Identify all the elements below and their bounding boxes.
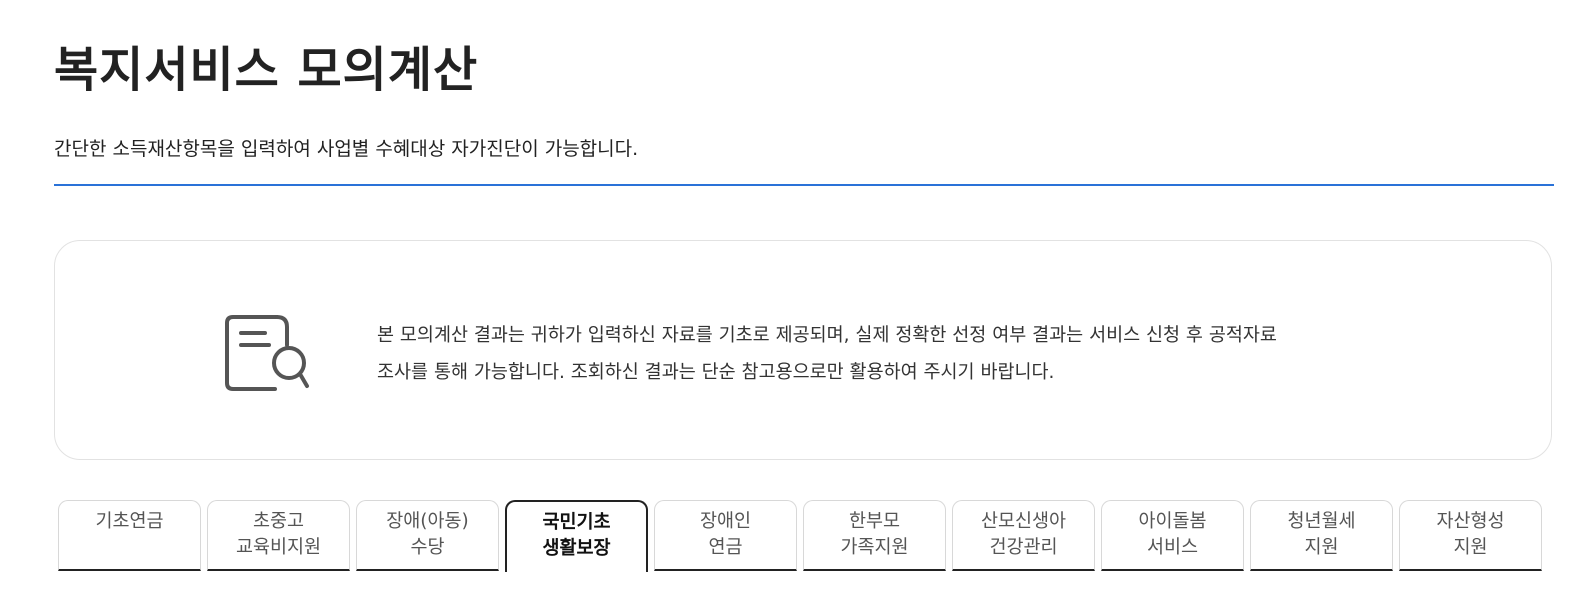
tab-youth-rent-support[interactable]: 청년월세 지원 xyxy=(1250,500,1393,571)
tab-label-line2: 지원 xyxy=(1453,537,1488,558)
notice-text: 본 모의계산 결과는 귀하가 입력하신 자료를 기초로 제공되며, 실제 정확한… xyxy=(377,317,1277,391)
tab-child-care-service[interactable]: 아이돌봄 서비스 xyxy=(1101,500,1244,571)
tab-label-line2: 건강관리 xyxy=(989,537,1058,558)
service-tabs: 기초연금 초중고 교육비지원 장애(아동) 수당 국민기초 생활보장 장애인 연… xyxy=(58,500,1542,572)
tab-basic-pension[interactable]: 기초연금 xyxy=(58,500,201,571)
tab-label-line1: 국민기초 xyxy=(542,512,611,533)
tab-label-line1: 산모신생아 xyxy=(980,511,1067,532)
tab-label-line1: 한부모 xyxy=(848,511,901,532)
tab-label-line2: 교육비지원 xyxy=(235,537,322,558)
title-divider xyxy=(54,184,1554,186)
tab-label-line2: 가족지원 xyxy=(840,537,909,558)
tab-label-line1: 청년월세 xyxy=(1287,511,1356,532)
tab-basic-livelihood[interactable]: 국민기초 생활보장 xyxy=(505,500,648,572)
tab-label-line1: 자산형성 xyxy=(1436,511,1505,532)
tab-disability-child-allowance[interactable]: 장애(아동) 수당 xyxy=(356,500,499,571)
tab-asset-building-support[interactable]: 자산형성 지원 xyxy=(1399,500,1542,571)
page-subtitle: 간단한 소득재산항목을 입력하여 사업별 수혜대상 자가진단이 가능합니다. xyxy=(54,138,639,160)
notice-line-2: 조사를 통해 가능합니다. 조회하신 결과는 단순 참고용으로만 활용하여 주시… xyxy=(377,362,1055,383)
tab-label-line1: 장애인 xyxy=(699,511,752,532)
document-search-icon xyxy=(223,311,311,393)
tab-label-line2: 연금 xyxy=(708,537,743,558)
tab-disability-pension[interactable]: 장애인 연금 xyxy=(654,500,797,571)
tab-label-line1: 초중고 xyxy=(252,511,305,532)
tab-label-line2: 생활보장 xyxy=(542,538,611,559)
page-title: 복지서비스 모의계산 xyxy=(54,42,479,98)
tab-label-line1: 기초연금 xyxy=(95,511,164,532)
tab-label-line1: 아이돌봄 xyxy=(1138,511,1207,532)
tab-single-parent-support[interactable]: 한부모 가족지원 xyxy=(803,500,946,571)
tab-label-line2: 서비스 xyxy=(1146,537,1199,558)
notice-box: 본 모의계산 결과는 귀하가 입력하신 자료를 기초로 제공되며, 실제 정확한… xyxy=(54,240,1552,460)
tab-label-line2: 수당 xyxy=(410,537,445,558)
notice-line-1: 본 모의계산 결과는 귀하가 입력하신 자료를 기초로 제공되며, 실제 정확한… xyxy=(377,325,1277,346)
tab-label-line2: 지원 xyxy=(1304,537,1339,558)
tab-label-line1: 장애(아동) xyxy=(386,511,469,532)
tab-education-support[interactable]: 초중고 교육비지원 xyxy=(207,500,350,571)
tab-maternal-newborn-care[interactable]: 산모신생아 건강관리 xyxy=(952,500,1095,571)
